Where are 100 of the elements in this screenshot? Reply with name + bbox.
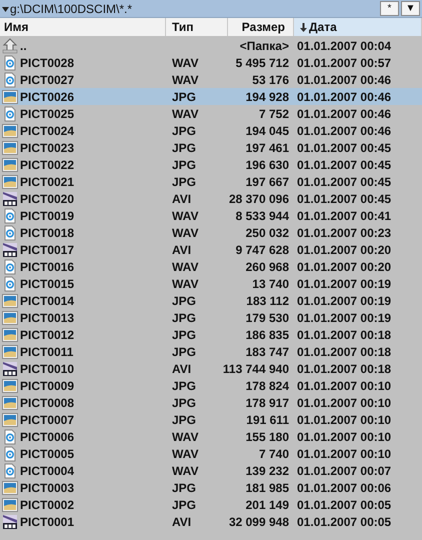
name-column-header[interactable]: Имя <box>0 18 166 36</box>
file-row[interactable]: PICT0010 AVI 113 744 940 01.01.2007 00:18 <box>0 360 422 377</box>
audio-file-icon <box>2 72 18 88</box>
file-row[interactable]: PICT0012 JPG 186 835 01.01.2007 00:18 <box>0 326 422 343</box>
file-name: PICT0019 <box>20 208 74 225</box>
video-file-icon <box>2 361 18 377</box>
file-date: 01.01.2007 00:46 <box>297 107 392 121</box>
image-file-icon <box>2 123 18 139</box>
image-file-icon <box>2 378 18 394</box>
file-row[interactable]: PICT0026 JPG 194 928 01.01.2007 00:46 <box>0 88 422 105</box>
file-date: 01.01.2007 00:46 <box>297 90 392 104</box>
file-type: WAV <box>172 209 198 223</box>
file-name: PICT0018 <box>20 225 74 242</box>
file-row[interactable]: PICT0028 WAV 5 495 712 01.01.2007 00:57 <box>0 54 422 71</box>
file-row[interactable]: PICT0024 JPG 194 045 01.01.2007 00:46 <box>0 122 422 139</box>
file-row[interactable]: PICT0005 WAV 7 740 01.01.2007 00:10 <box>0 445 422 462</box>
file-date: 01.01.2007 00:19 <box>297 277 392 291</box>
file-row[interactable]: PICT0001 AVI 32 099 948 01.01.2007 00:05 <box>0 513 422 530</box>
file-row[interactable]: PICT0011 JPG 183 747 01.01.2007 00:18 <box>0 343 422 360</box>
file-name: PICT0020 <box>20 191 74 208</box>
file-date: 01.01.2007 00:10 <box>297 396 392 410</box>
audio-file-icon <box>2 106 18 122</box>
file-row[interactable]: PICT0007 JPG 191 611 01.01.2007 00:10 <box>0 411 422 428</box>
file-size: 250 032 <box>246 225 289 242</box>
file-name: PICT0008 <box>20 395 74 412</box>
video-file-icon <box>2 514 18 530</box>
file-row[interactable]: PICT0008 JPG 178 917 01.01.2007 00:10 <box>0 394 422 411</box>
file-row[interactable]: PICT0009 JPG 178 824 01.01.2007 00:10 <box>0 377 422 394</box>
file-row[interactable]: PICT0018 WAV 250 032 01.01.2007 00:23 <box>0 224 422 241</box>
size-column-header[interactable]: Размер <box>228 18 294 36</box>
image-file-icon <box>2 89 18 105</box>
file-size: 13 740 <box>252 276 289 293</box>
file-name: PICT0004 <box>20 463 74 480</box>
file-name: PICT0003 <box>20 480 74 497</box>
file-name: PICT0002 <box>20 497 74 514</box>
file-row[interactable]: PICT0025 WAV 7 752 01.01.2007 00:46 <box>0 105 422 122</box>
file-type: AVI <box>172 192 192 206</box>
file-type: JPG <box>172 311 196 325</box>
file-date: 01.01.2007 00:20 <box>297 260 392 274</box>
file-name: PICT0021 <box>20 174 74 191</box>
file-size: 201 149 <box>246 497 289 514</box>
file-row[interactable]: PICT0006 WAV 155 180 01.01.2007 00:10 <box>0 428 422 445</box>
file-row[interactable]: PICT0014 JPG 183 112 01.01.2007 00:19 <box>0 292 422 309</box>
file-date: 01.01.2007 00:45 <box>297 192 392 206</box>
file-row[interactable]: PICT0017 AVI 9 747 628 01.01.2007 00:20 <box>0 241 422 258</box>
file-row[interactable]: PICT0013 JPG 179 530 01.01.2007 00:19 <box>0 309 422 326</box>
video-file-icon <box>2 242 18 258</box>
file-row[interactable]: PICT0004 WAV 139 232 01.01.2007 00:07 <box>0 462 422 479</box>
image-file-icon <box>2 395 18 411</box>
image-file-icon <box>2 344 18 360</box>
file-size: 32 099 948 <box>228 514 289 531</box>
file-type: WAV <box>172 73 198 87</box>
file-type: JPG <box>172 379 196 393</box>
panel-button[interactable]: ▼ <box>401 1 420 16</box>
file-row[interactable]: PICT0015 WAV 13 740 01.01.2007 00:19 <box>0 275 422 292</box>
file-date: 01.01.2007 00:10 <box>297 379 392 393</box>
file-row[interactable]: PICT0021 JPG 197 667 01.01.2007 00:45 <box>0 173 422 190</box>
image-file-icon <box>2 140 18 156</box>
file-type: WAV <box>172 464 198 478</box>
file-size: 113 744 940 <box>222 361 289 378</box>
file-size: 178 824 <box>246 378 289 395</box>
audio-file-icon <box>2 55 18 71</box>
date-column-header[interactable]: Дата <box>294 18 422 36</box>
file-row[interactable]: .. <Папка> 01.01.2007 00:04 <box>0 37 422 54</box>
file-row[interactable]: PICT0023 JPG 197 461 01.01.2007 00:45 <box>0 139 422 156</box>
file-row[interactable]: PICT0003 JPG 181 985 01.01.2007 00:06 <box>0 479 422 496</box>
dropdown-icon[interactable] <box>2 7 9 12</box>
file-row[interactable]: PICT0027 WAV 53 176 01.01.2007 00:46 <box>0 71 422 88</box>
file-name: PICT0016 <box>20 259 74 276</box>
file-type: JPG <box>172 141 196 155</box>
image-file-icon <box>2 412 18 428</box>
type-column-header[interactable]: Тип <box>166 18 228 36</box>
file-name: .. <box>20 38 27 55</box>
file-name: PICT0014 <box>20 293 74 310</box>
file-date: 01.01.2007 00:41 <box>297 209 392 223</box>
audio-file-icon <box>2 463 18 479</box>
file-date: 01.01.2007 00:57 <box>297 56 392 70</box>
file-name: PICT0023 <box>20 140 74 157</box>
file-size: 260 968 <box>246 259 289 276</box>
file-row[interactable]: PICT0019 WAV 8 533 944 01.01.2007 00:41 <box>0 207 422 224</box>
file-size: 139 232 <box>246 463 289 480</box>
file-name: PICT0011 <box>20 344 74 361</box>
file-name: PICT0006 <box>20 429 74 446</box>
file-type: JPG <box>172 481 196 495</box>
file-date: 01.01.2007 00:46 <box>297 73 392 87</box>
file-row[interactable]: PICT0016 WAV 260 968 01.01.2007 00:20 <box>0 258 422 275</box>
file-row[interactable]: PICT0020 AVI 28 370 096 01.01.2007 00:45 <box>0 190 422 207</box>
file-date: 01.01.2007 00:10 <box>297 413 392 427</box>
file-size: <Папка> <box>240 38 289 55</box>
panel-button[interactable]: * <box>380 1 399 16</box>
file-type: WAV <box>172 277 198 291</box>
file-name: PICT0013 <box>20 310 74 327</box>
file-row[interactable]: PICT0022 JPG 196 630 01.01.2007 00:45 <box>0 156 422 173</box>
file-type: WAV <box>172 107 198 121</box>
file-type: WAV <box>172 447 198 461</box>
file-row[interactable]: PICT0002 JPG 201 149 01.01.2007 00:05 <box>0 496 422 513</box>
image-file-icon <box>2 293 18 309</box>
file-size: 183 747 <box>246 344 289 361</box>
file-name: PICT0024 <box>20 123 74 140</box>
path-text: g:\DCIM\100DSCIM\*.* <box>10 2 132 14</box>
